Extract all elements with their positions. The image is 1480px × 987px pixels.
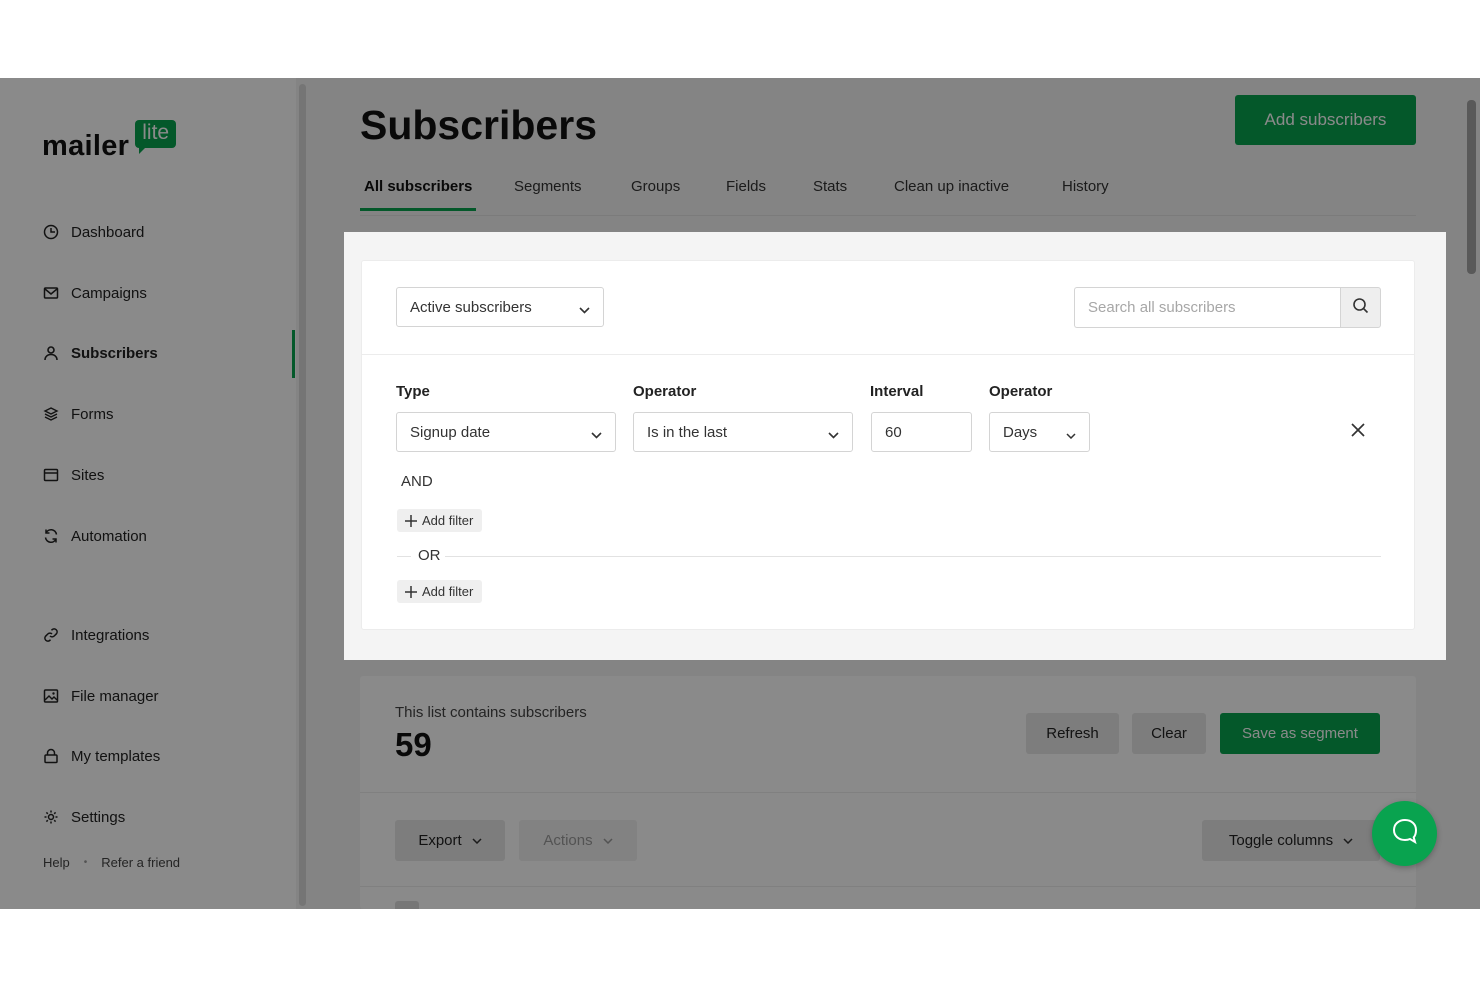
search-button[interactable] [1340, 287, 1381, 328]
chevron-down-icon [828, 426, 839, 443]
add-filter-label: Add filter [422, 584, 474, 599]
plus-icon [405, 514, 417, 527]
add-or-filter-button[interactable]: Add filter [397, 580, 483, 603]
select-value: Signup date [410, 423, 491, 441]
interval-label: Interval [870, 383, 924, 400]
unit-operator-label: Operator [989, 383, 1053, 400]
filter-panel-highlight: Active subscribers Type Operator Interva… [344, 232, 1446, 660]
chevron-down-icon [591, 426, 602, 443]
subscriber-status-select[interactable]: Active subscribers [396, 287, 604, 327]
add-filter-label: Add filter [422, 513, 474, 528]
chevron-down-icon [1066, 426, 1076, 443]
or-label: OR [414, 548, 445, 564]
plus-icon [405, 585, 417, 598]
search-box [1074, 287, 1381, 328]
select-value: Days [1003, 423, 1038, 441]
remove-filter-button[interactable] [1347, 421, 1369, 443]
divider-line [445, 556, 1381, 557]
unit-select[interactable]: Days [989, 412, 1090, 452]
select-value: Is in the last [647, 423, 728, 441]
chat-icon [1390, 816, 1420, 851]
divider-line [397, 556, 411, 557]
operator-select[interactable]: Is in the last [633, 412, 853, 452]
chat-widget-button[interactable] [1372, 801, 1437, 866]
search-icon [1352, 297, 1369, 319]
operator-label: Operator [633, 383, 697, 400]
filter-card-header: Active subscribers [362, 261, 1414, 355]
type-label: Type [396, 383, 430, 400]
add-and-filter-button[interactable]: Add filter [397, 509, 483, 532]
and-label: AND [401, 473, 433, 490]
search-input[interactable] [1074, 287, 1340, 328]
or-divider: OR [397, 548, 1381, 564]
select-value: Active subscribers [410, 298, 532, 316]
interval-input[interactable] [871, 412, 972, 452]
chevron-down-icon [579, 301, 590, 318]
type-select[interactable]: Signup date [396, 412, 616, 452]
close-icon [1350, 422, 1366, 443]
filter-card: Active subscribers Type Operator Interva… [361, 260, 1415, 630]
